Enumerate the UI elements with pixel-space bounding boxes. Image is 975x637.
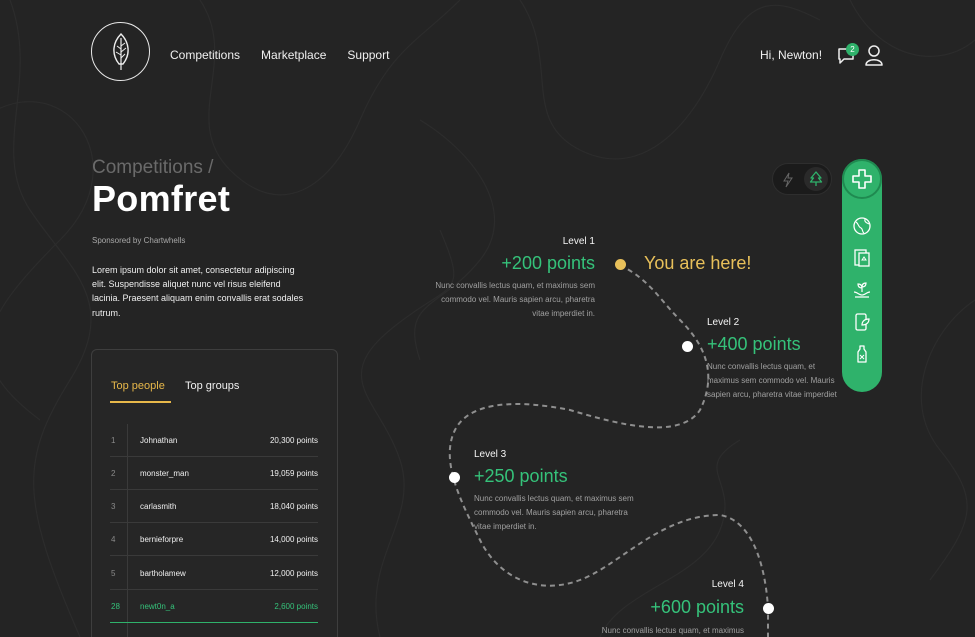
recycle-document-icon[interactable] xyxy=(852,248,872,268)
level-2-name: Level 2 xyxy=(707,317,740,328)
plus-icon xyxy=(852,169,872,189)
phone-leaf-icon[interactable] xyxy=(852,312,872,332)
level-4-marker[interactable] xyxy=(763,603,774,614)
level-3-marker[interactable] xyxy=(449,472,460,483)
level-1-points: +200 points xyxy=(501,253,595,273)
level-1-description: Nunc convallis lectus quam, et maximus s… xyxy=(435,281,595,319)
action-sidebar xyxy=(842,159,882,392)
you-are-here-label: You are here! xyxy=(644,253,752,273)
level-2-points: +400 points xyxy=(707,334,801,354)
mode-toggle[interactable] xyxy=(772,163,832,195)
level-2-marker[interactable] xyxy=(682,341,693,352)
level-4-points: +600 points xyxy=(650,597,744,617)
globe-icon[interactable] xyxy=(852,216,872,236)
level-1-marker[interactable] xyxy=(615,259,626,270)
lightning-icon xyxy=(783,172,793,188)
level-1-name: Level 1 xyxy=(562,236,595,247)
level-4-name: Level 4 xyxy=(711,579,744,590)
toggle-knob xyxy=(804,167,828,191)
level-2-description: Nunc convallis lectus quam, et maximus s… xyxy=(707,362,837,400)
plant-hands-icon[interactable] xyxy=(852,280,872,300)
bottle-icon[interactable] xyxy=(852,344,872,364)
add-button[interactable] xyxy=(842,159,882,199)
level-3-name: Level 3 xyxy=(474,449,507,460)
tree-icon xyxy=(809,171,823,186)
level-3-description: Nunc convallis lectus quam, et maximus s… xyxy=(474,494,634,532)
level-4-description: Nunc convallis lectus quam, et maximus xyxy=(601,626,744,635)
level-3-points: +250 points xyxy=(474,466,568,486)
